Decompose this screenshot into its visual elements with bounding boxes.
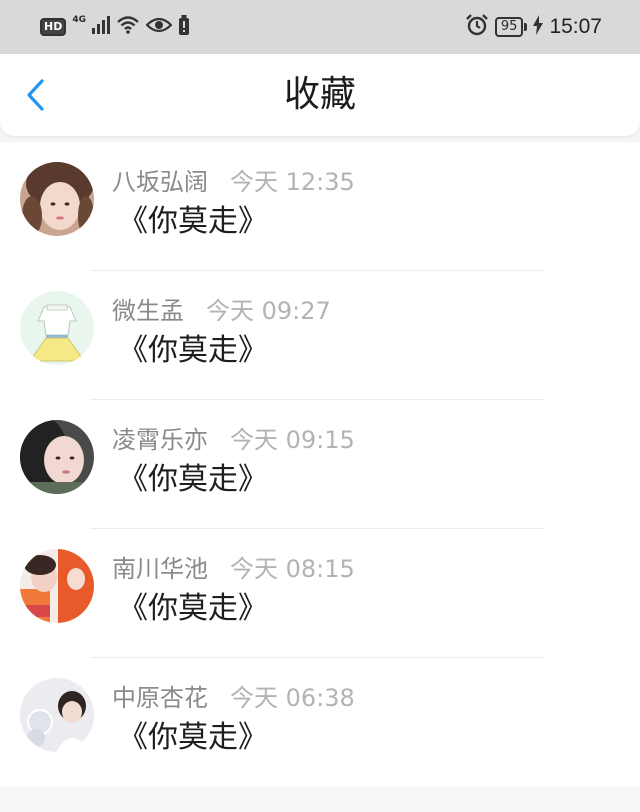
wifi-icon — [116, 15, 140, 39]
status-right-icons: 95 15:07 — [465, 12, 602, 42]
item-meta: 微生孟 今天 09:27 — [112, 291, 331, 325]
list-item[interactable]: 凌霄乐亦 今天 09:15 《你莫走》 — [0, 400, 640, 529]
item-name: 凌霄乐亦 — [112, 425, 208, 454]
signal-icon — [92, 16, 110, 38]
avatar — [20, 420, 94, 494]
item-content: 《你莫走》 — [118, 591, 268, 626]
item-time: 今天 08:15 — [230, 554, 355, 583]
page-title: 收藏 — [283, 74, 356, 115]
clock: 15:07 — [549, 15, 602, 38]
network-type-label: 4G — [72, 15, 86, 25]
battery-level: 95 — [494, 17, 524, 37]
alarm-icon — [465, 13, 489, 41]
list-item[interactable]: 微生孟 今天 09:27 《你莫走》 — [0, 271, 640, 400]
avatar — [20, 678, 94, 752]
item-name: 八坂弘阔 — [112, 167, 208, 196]
item-content: 《你莫走》 — [118, 720, 268, 755]
item-time: 今天 12:35 — [230, 167, 355, 196]
item-content: 《你莫走》 — [118, 333, 268, 368]
item-meta: 南川华池 今天 08:15 — [112, 549, 355, 583]
item-content: 《你莫走》 — [118, 204, 268, 239]
charging-icon — [533, 15, 544, 39]
list-item[interactable]: 八坂弘阔 今天 12:35 《你莫走》 — [0, 142, 640, 271]
favorites-list: 八坂弘阔 今天 12:35 《你莫走》 微生孟 今天 09:27 《你莫走》 凌… — [0, 142, 640, 787]
hd-badge: HD — [40, 18, 67, 36]
avatar — [20, 291, 94, 365]
app-header: 收藏 — [0, 54, 640, 136]
item-meta: 凌霄乐亦 今天 09:15 — [112, 420, 355, 454]
avatar — [20, 549, 94, 623]
status-left-icons: HD 4G — [40, 14, 190, 40]
item-time: 今天 09:15 — [230, 425, 355, 454]
battery-indicator: 95 — [494, 17, 528, 37]
item-content: 《你莫走》 — [118, 462, 268, 497]
item-name: 微生孟 — [112, 296, 184, 325]
item-name: 南川华池 — [112, 554, 208, 583]
item-time: 今天 09:27 — [206, 296, 331, 325]
item-name: 中原杏花 — [112, 683, 208, 712]
avatar — [20, 162, 94, 236]
battery-tip — [524, 23, 528, 31]
status-bar: HD 4G 95 15:07 — [0, 0, 640, 54]
item-time: 今天 06:38 — [230, 683, 355, 712]
battery-saver-icon — [178, 15, 190, 39]
list-item[interactable]: 南川华池 今天 08:15 《你莫走》 — [0, 529, 640, 658]
eye-icon — [145, 16, 173, 38]
item-meta: 八坂弘阔 今天 12:35 — [112, 162, 355, 196]
item-meta: 中原杏花 今天 06:38 — [112, 678, 355, 712]
list-item[interactable]: 中原杏花 今天 06:38 《你莫走》 — [0, 658, 640, 787]
